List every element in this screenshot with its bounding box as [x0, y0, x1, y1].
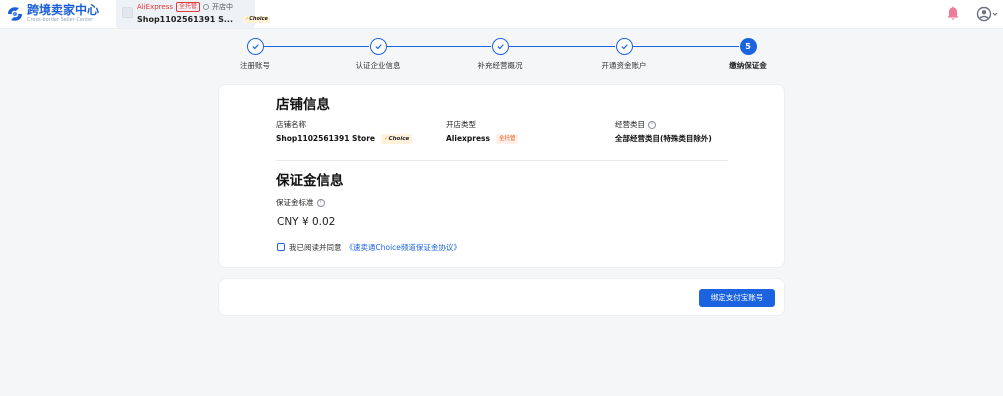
agreement-checkbox[interactable] [277, 243, 285, 251]
store-info-title: 店铺信息 [276, 97, 330, 113]
logo-subtitle: Cross-border Seller Center [27, 17, 94, 23]
step-label: 补充经营概况 [477, 61, 523, 70]
status-dot-icon [203, 4, 210, 10]
logo[interactable]: 跨境卖家中心 Cross-border Seller Center [6, 4, 116, 26]
check-icon [496, 44, 504, 50]
deposit-standard-label: 保证金标准 ? [276, 198, 325, 207]
check-icon [620, 44, 628, 50]
step-verify-company: 认证企业信息 [328, 38, 428, 70]
bind-alipay-button[interactable]: 绑定支付宝账号 [699, 289, 775, 307]
step-done-circle [615, 38, 633, 55]
info-card: 店铺信息 店铺名称 Shop1102561391 Store ✓Choice 开… [218, 84, 785, 268]
logo-mark-icon [8, 7, 22, 21]
step-label: 认证企业信息 [355, 61, 401, 70]
help-icon[interactable]: ? [648, 120, 656, 129]
step-done-circle [246, 38, 264, 55]
full-managed-badge: 全托管 [495, 133, 519, 144]
agreement-text: 我已阅读并同意 [289, 242, 342, 252]
store-type-label-text: 开店类型 [446, 120, 476, 129]
onboarding-stepper: 注册账号 认证企业信息 补充经营概况 开通资金账户 5 缴纳保证金 [0, 38, 1003, 78]
platform-name: AliExpress [137, 3, 174, 11]
choice-label: Choice [249, 15, 268, 22]
section-divider [276, 160, 728, 161]
check-icon [374, 44, 382, 50]
step-fund-account: 开通资金账户 [574, 38, 674, 70]
step-label: 开通资金账户 [601, 61, 647, 70]
store-name-label-text: 店铺名称 [276, 120, 306, 129]
choice-label: Choice [388, 135, 410, 142]
deposit-amount: CNY ¥ 0.02 [277, 216, 336, 228]
step-done-circle [491, 38, 509, 55]
step-business-overview: 补充经营概况 [450, 38, 550, 70]
choice-badge: ✓Choice [243, 15, 270, 23]
category-text: 全部经营类目(特殊类目除外) [615, 134, 712, 143]
step-label: 缴纳保证金 [729, 61, 767, 70]
store-name-text: Shop1102561391 Store [276, 134, 375, 143]
bell-icon[interactable] [946, 6, 960, 22]
step-pay-deposit: 5 缴纳保证金 [698, 38, 798, 70]
user-icon[interactable] [976, 6, 998, 22]
shop-name: Shop1102561391 S... [137, 14, 234, 24]
agreement-link[interactable]: 《速卖通Choice频道保证金协议》 [346, 243, 461, 252]
step-done-circle [369, 38, 387, 55]
chevron-down-icon [992, 12, 998, 16]
step-label: 注册账号 [240, 61, 270, 70]
logo-title: 跨境卖家中心 [27, 3, 100, 17]
agreement-row: 我已阅读并同意 《速卖通Choice频道保证金协议》 [277, 242, 461, 252]
choice-badge: ✓Choice [380, 133, 413, 144]
shop-switcher[interactable]: AliExpress 全托管 开店中 Shop1102561391 S... ✓… [116, 0, 270, 28]
step-register: 注册账号 [205, 38, 305, 70]
deposit-info-title: 保证金信息 [276, 173, 344, 189]
full-managed-badge: 全托管 [176, 2, 201, 12]
shop-name-row: Shop1102561391 S... ✓Choice [137, 13, 270, 25]
help-icon[interactable]: ? [316, 198, 325, 207]
category-label: 经营类目 ? [615, 120, 656, 129]
category-value: 全部经营类目(特殊类目除外) [615, 133, 712, 144]
deposit-standard-label-text: 保证金标准 [276, 198, 314, 207]
store-name-label: 店铺名称 [276, 120, 306, 129]
shop-avatar [122, 7, 133, 18]
store-type-value: Aliexpress 全托管 [446, 133, 519, 144]
store-type-label: 开店类型 [446, 120, 476, 129]
top-bar: 跨境卖家中心 Cross-border Seller Center AliExp… [0, 0, 1003, 29]
category-label-text: 经营类目 [615, 120, 645, 129]
shop-meta-row: AliExpress 全托管 开店中 [137, 2, 233, 12]
store-type-text: Aliexpress [446, 134, 490, 143]
step-current-circle: 5 [739, 38, 757, 55]
store-name-value: Shop1102561391 Store ✓Choice [276, 133, 413, 144]
check-icon [251, 44, 259, 50]
shop-status: 开店中 [212, 3, 234, 11]
action-card: 绑定支付宝账号 [218, 278, 785, 316]
